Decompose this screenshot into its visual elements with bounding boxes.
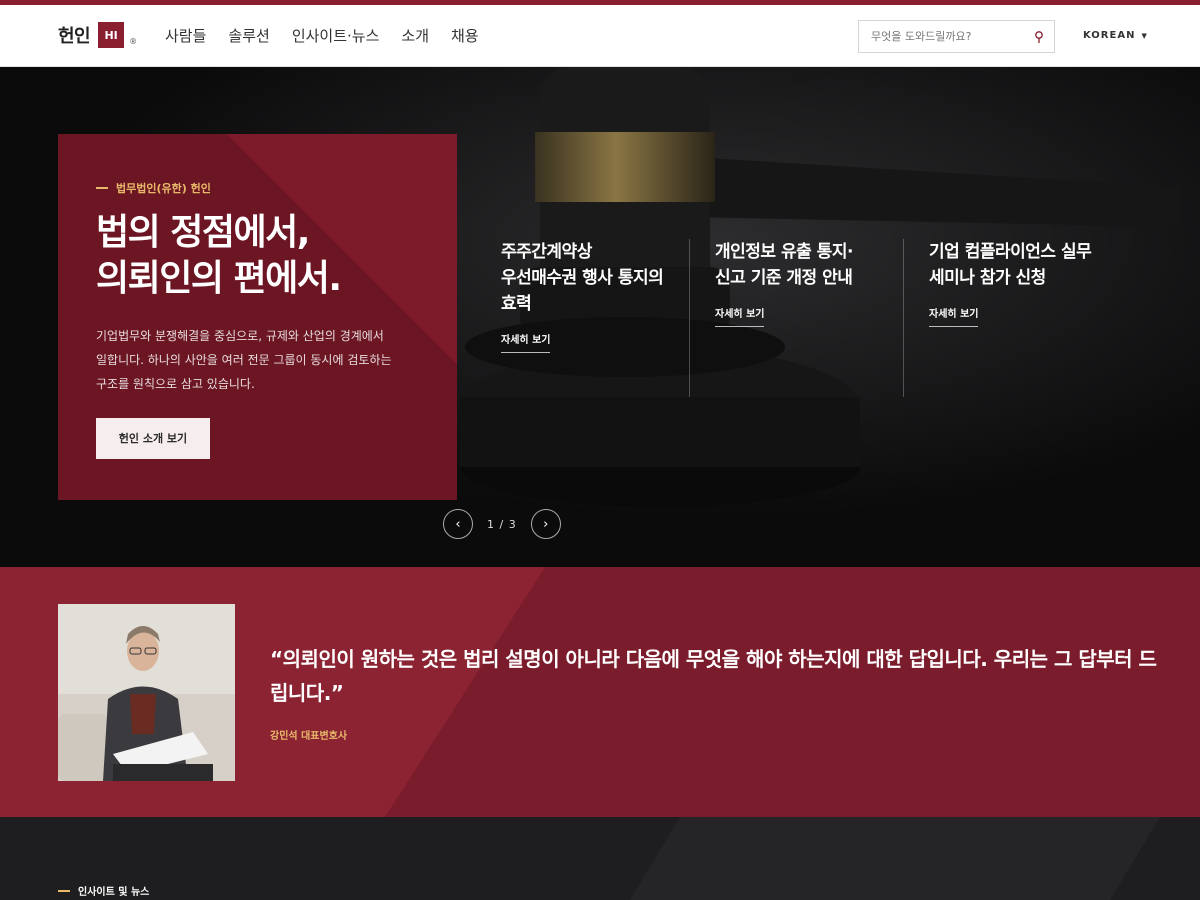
news-title[interactable]: 기업 컴플라이언스 실무 세미나 참가 신청 (929, 239, 1119, 291)
logo-text: 헌인 (58, 26, 91, 47)
language-selector[interactable]: KOREAN ▼ (1083, 30, 1148, 41)
next-slide-button[interactable]: › (530, 509, 561, 539)
news-more-link[interactable]: 자세히 보기 (929, 305, 979, 327)
nav-item-careers[interactable]: 채용 (451, 25, 479, 46)
portrait-illustration (58, 604, 235, 781)
search-box (858, 20, 1055, 53)
news-title[interactable]: 개인정보 유출 통지· 신고 기준 개정 안내 (715, 239, 905, 291)
slide-counter: 1 / 3 (487, 517, 517, 531)
main-nav: 사람들 솔루션 인사이트·뉴스 소개 채용 (165, 25, 479, 46)
news-divider (903, 239, 904, 397)
about-firm-button[interactable]: 헌인 소개 보기 (96, 418, 210, 459)
logo-registered-mark: ® (129, 36, 138, 46)
news-item[interactable]: 개인정보 유출 통지· 신고 기준 개정 안내 자세히 보기 (715, 239, 905, 327)
news-divider (689, 239, 690, 397)
hero-description: 기업법무와 분쟁해결을 중심으로, 규제와 산업의 경계에서 일합니다. 하나의… (96, 329, 392, 391)
nav-item-about[interactable]: 소개 (401, 25, 429, 46)
quote-author: 강민석 대표변호사 (270, 731, 348, 742)
insights-background-shape (630, 817, 1160, 900)
quote-text: “의뢰인이 원하는 것은 법리 설명이 아니라 다음에 무엇을 해야 하는지에 … (270, 647, 1157, 705)
hero-eyebrow-text: 법무법인(유한) 헌인 (116, 182, 211, 195)
lawyer-portrait-image (58, 604, 235, 781)
nav-item-people[interactable]: 사람들 (165, 25, 206, 46)
site-header: 헌인 HI ® 사람들 솔루션 인사이트·뉴스 소개 채용 KOREAN ▼ (0, 5, 1200, 67)
hero-eyebrow: 법무법인(유한) 헌인 (96, 180, 419, 196)
carousel-pager: ‹ 1 / 3 › (443, 509, 561, 539)
news-more-link[interactable]: 자세히 보기 (715, 305, 765, 327)
logo[interactable]: 헌인 HI ® (58, 22, 137, 48)
hero-card: 법무법인(유한) 헌인 법의 정점에서, 의뢰인의 편에서. 기업법무와 분쟁해… (58, 134, 457, 500)
nav-item-solutions[interactable]: 솔루션 (228, 25, 269, 46)
search-input[interactable] (859, 21, 1019, 52)
hero-section: 법무법인(유한) 헌인 법의 정점에서, 의뢰인의 편에서. 기업법무와 분쟁해… (0, 67, 1200, 567)
eyebrow-dash (58, 889, 70, 892)
search-icon[interactable] (1032, 29, 1046, 45)
news-title[interactable]: 주주간계약상 우선매수권 행사 통지의 효력 (501, 239, 691, 317)
hero-title: 법의 정점에서, 의뢰인의 편에서. (96, 212, 342, 299)
news-more-link[interactable]: 자세히 보기 (501, 331, 551, 353)
logo-badge: HI (98, 22, 125, 48)
nav-item-insights-news[interactable]: 인사이트·뉴스 (292, 25, 380, 46)
eyebrow-dash (96, 187, 108, 189)
caret-down-icon: ▼ (1141, 31, 1148, 40)
quote-section: “의뢰인이 원하는 것은 법리 설명이 아니라 다음에 무엇을 해야 하는지에 … (0, 567, 1200, 817)
news-item[interactable]: 기업 컴플라이언스 실무 세미나 참가 신청 자세히 보기 (929, 239, 1119, 327)
insights-eyebrow: 인사이트 및 뉴스 (58, 883, 149, 898)
news-item[interactable]: 주주간계약상 우선매수권 행사 통지의 효력 자세히 보기 (501, 239, 691, 353)
insights-eyebrow-text: 인사이트 및 뉴스 (78, 887, 150, 898)
language-label: KOREAN (1083, 30, 1136, 41)
prev-slide-button[interactable]: ‹ (443, 509, 473, 539)
insights-section: 인사이트 및 뉴스 (0, 817, 1200, 900)
